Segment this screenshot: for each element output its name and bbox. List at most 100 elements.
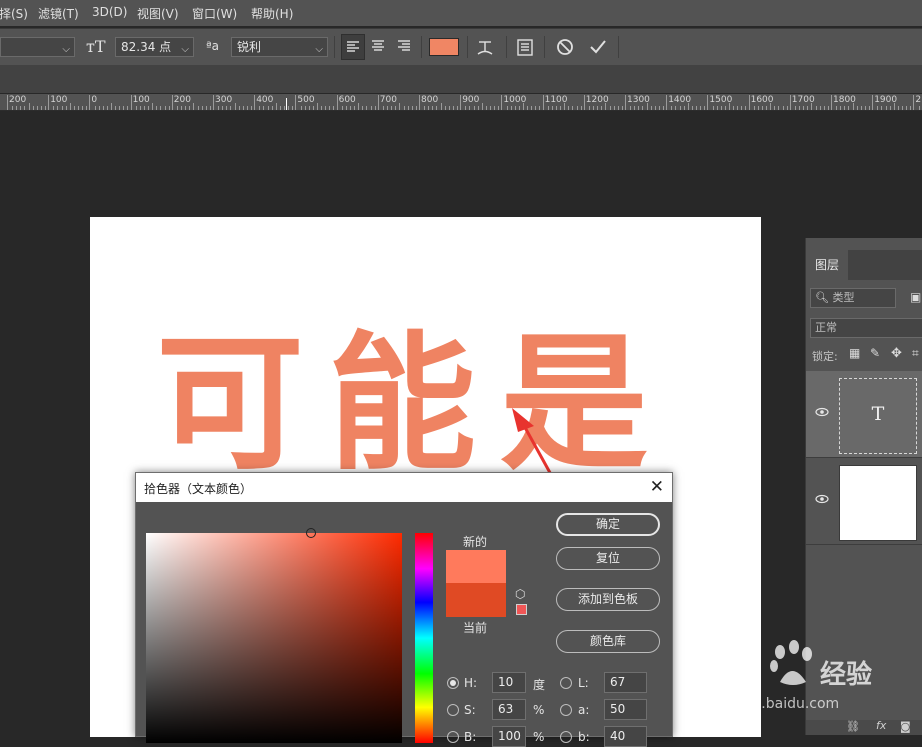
anti-alias-select[interactable]: 锐利 ⌵ [231, 37, 328, 57]
ruler-minor-tick [485, 106, 487, 110]
lab-b-radio[interactable] [560, 731, 572, 743]
saturation-brightness-field[interactable] [146, 528, 402, 743]
ruler-minor-tick [864, 106, 866, 110]
ruler-major-tick [583, 95, 585, 110]
image-filter-icon[interactable]: ▣ [910, 290, 921, 304]
ruler-minor-tick [395, 106, 397, 110]
ruler-minor-tick [687, 103, 689, 110]
lock-brush-icon[interactable]: ✎ [870, 346, 880, 360]
brightness-input[interactable]: 100 [492, 726, 526, 747]
ruler-minor-tick [415, 106, 417, 110]
ruler-minor-tick [209, 106, 211, 110]
ruler-minor-tick [181, 106, 183, 110]
lab-b-input[interactable]: 40 [604, 726, 647, 747]
layer-row-background[interactable] [806, 458, 922, 545]
dialog-title-bar[interactable]: 拾色器（文本颜色） ✕ [136, 473, 672, 502]
ruler-minor-tick [201, 106, 203, 110]
ruler-minor-tick [477, 106, 479, 110]
hue-input[interactable]: 10 [492, 672, 526, 693]
eye-icon[interactable] [815, 494, 829, 504]
menu-3d[interactable]: 3D(D) [92, 5, 127, 19]
lock-transparent-icon[interactable]: ▦ [849, 346, 860, 360]
menu-help[interactable]: 帮助(H) [251, 5, 293, 22]
close-icon[interactable]: ✕ [650, 477, 664, 497]
lab-l-input[interactable]: 67 [604, 672, 647, 693]
lab-a-input[interactable]: 50 [604, 699, 647, 720]
ruler-major-tick [377, 95, 379, 110]
font-size-select[interactable]: 82.34 点 ⌵ [115, 37, 194, 57]
ruler-minor-tick [28, 103, 30, 110]
tab-layers[interactable]: 图层 [806, 250, 848, 280]
add-to-swatches-button[interactable]: 添加到色板 [556, 588, 660, 611]
ruler-minor-tick [691, 106, 693, 110]
ruler-minor-tick [514, 106, 516, 110]
saturation-radio[interactable] [447, 704, 459, 716]
blend-mode-select[interactable]: 正常 [810, 318, 922, 338]
gamut-cube-icon[interactable]: ⬡ [515, 587, 525, 601]
ruler-minor-tick [370, 106, 372, 110]
new-color-swatch [446, 550, 506, 583]
align-center-button[interactable] [367, 34, 391, 60]
ruler-minor-tick [535, 106, 537, 110]
commit-edit-button[interactable] [587, 36, 609, 61]
ruler-minor-tick [757, 106, 759, 110]
ruler-minor-tick [160, 106, 162, 110]
lock-artboard-icon[interactable]: ⌗ [912, 346, 919, 361]
ruler-major-tick [501, 95, 503, 110]
lab-b-label: b: [578, 730, 590, 744]
web-safe-swatch[interactable] [516, 604, 527, 615]
ruler-minor-tick [111, 103, 112, 110]
layer-filter-select[interactable]: 🔍︎ 类型 [810, 288, 896, 308]
ok-button[interactable]: 确定 [556, 513, 660, 536]
ruler-label: 600 [338, 95, 356, 105]
ruler-minor-tick [115, 106, 117, 110]
ruler-minor-tick [345, 106, 347, 110]
ruler-minor-tick [897, 106, 899, 110]
ruler-minor-tick [279, 106, 281, 110]
cancel-edit-button[interactable] [554, 36, 576, 61]
ruler-minor-tick [20, 106, 22, 110]
menu-filter[interactable]: 滤镜(T) [38, 5, 79, 22]
text-color-fill [430, 39, 458, 55]
ruler-minor-tick [73, 106, 75, 110]
brightness-unit: % [533, 730, 545, 744]
menu-window[interactable]: 窗口(W) [192, 5, 237, 22]
eye-icon[interactable] [815, 407, 829, 417]
reset-button[interactable]: 复位 [556, 547, 660, 570]
fx-button[interactable]: fx [876, 719, 886, 732]
lab-l-radio[interactable] [560, 677, 572, 689]
lock-move-icon[interactable]: ✥ [891, 346, 902, 361]
dialog-title: 拾色器（文本颜色） [144, 482, 253, 496]
warp-text-button[interactable] [474, 36, 496, 61]
menu-select[interactable]: 择(S) [0, 5, 28, 22]
align-right-button[interactable] [393, 34, 417, 60]
saturation-input[interactable]: 63 [492, 699, 526, 720]
hue-slider[interactable] [415, 533, 433, 743]
link-icon[interactable]: ⛓ [846, 720, 860, 733]
ruler-minor-tick [197, 106, 199, 110]
ruler-major-tick [460, 95, 462, 110]
ruler-minor-tick [251, 106, 253, 110]
font-style-select[interactable]: ⌵ [0, 37, 75, 57]
ruler-minor-tick [848, 106, 850, 110]
character-panel-button[interactable] [514, 36, 536, 61]
ruler-minor-tick [16, 106, 18, 110]
align-left-button[interactable] [341, 34, 365, 60]
anti-alias-icon: ªa [206, 39, 220, 53]
brightness-radio[interactable] [447, 731, 459, 743]
layer-row-text[interactable]: T [806, 371, 922, 458]
ruler-minor-tick [638, 106, 640, 110]
anti-alias-value: 锐利 [237, 40, 262, 54]
mask-icon[interactable]: ◙ [900, 720, 911, 733]
hue-radio[interactable] [447, 677, 459, 689]
ruler-minor-tick [811, 103, 813, 110]
text-color-swatch[interactable] [429, 38, 459, 56]
ruler-minor-tick [424, 106, 426, 110]
current-color-swatch[interactable] [446, 583, 506, 617]
menu-view[interactable]: 视图(V) [137, 5, 179, 22]
ruler-minor-tick [527, 106, 529, 110]
lab-a-radio[interactable] [560, 704, 572, 716]
layers-tab-bar: 图层 [806, 250, 922, 280]
color-libraries-button[interactable]: 颜色库 [556, 630, 660, 653]
color-cursor[interactable] [306, 528, 316, 538]
